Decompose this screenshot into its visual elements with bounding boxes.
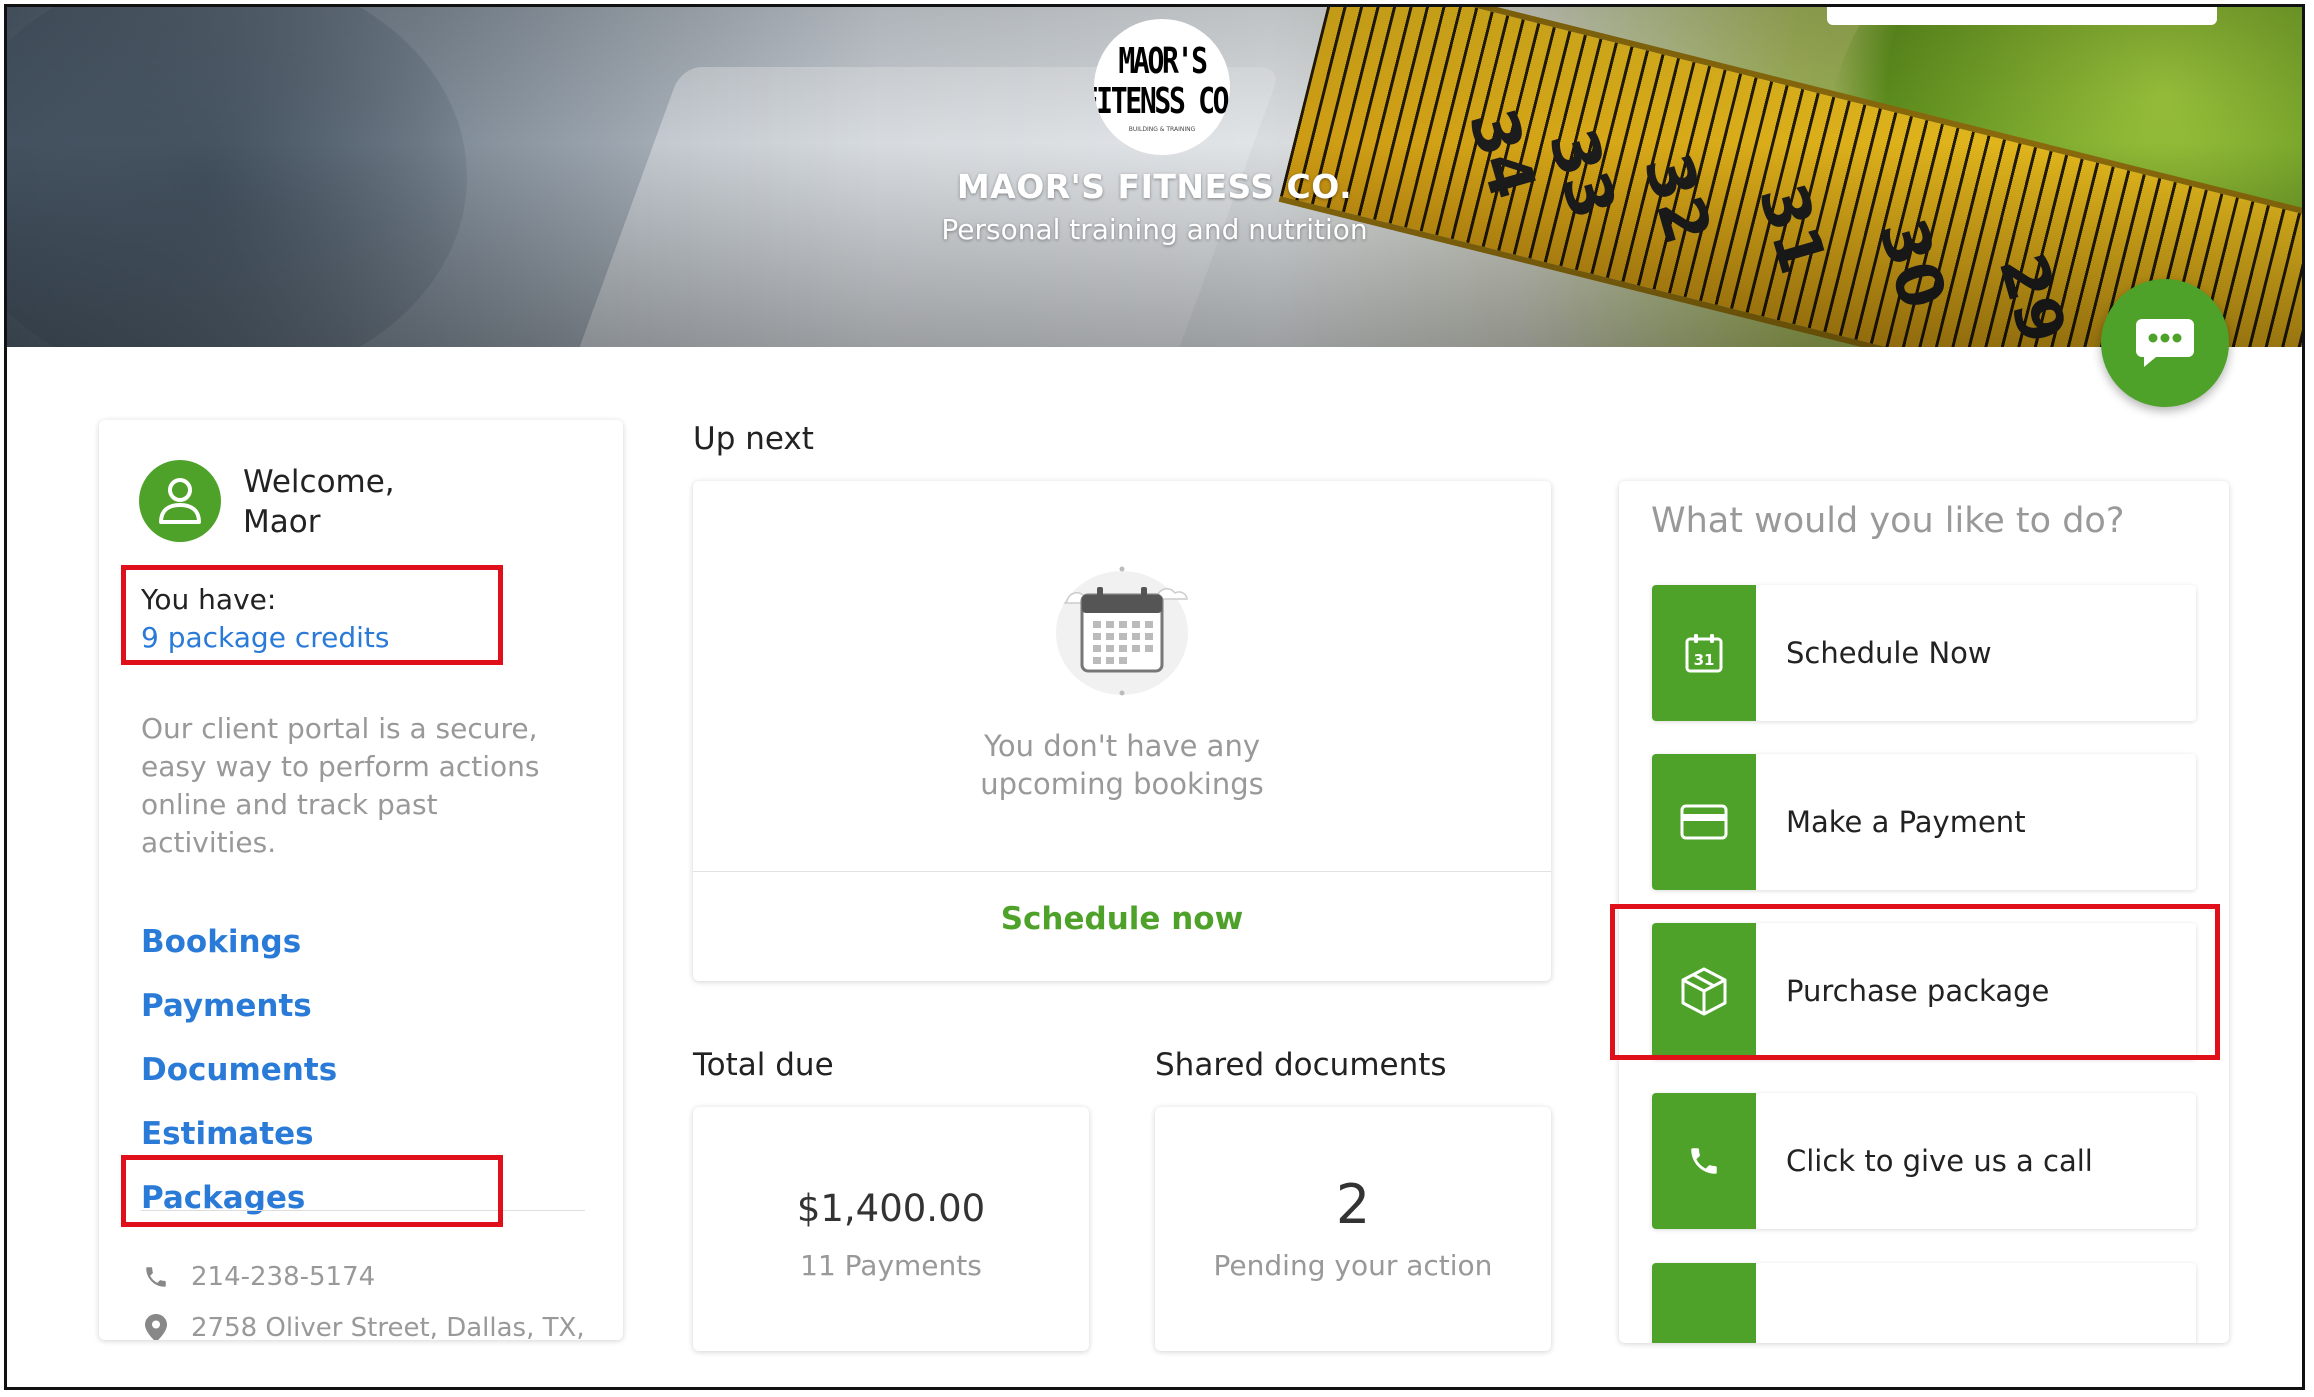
more-action-button[interactable] xyxy=(1652,1263,2196,1343)
total-due-amount: $1,400.00 xyxy=(796,1187,986,1230)
calendar-icon: 31 xyxy=(1652,585,1756,721)
profile-card: Welcome, Maor You have: 9 package credit… xyxy=(99,420,623,1340)
contact-phone[interactable]: 214-238-5174 xyxy=(141,1262,375,1292)
portal-frame: 34 33 32 31 30 29 MAOR'S FITENSS CO. BUI… xyxy=(4,4,2305,1390)
nav-payments-link[interactable]: Payments xyxy=(141,974,337,1038)
nav-packages-link[interactable]: Packages xyxy=(141,1166,337,1230)
top-search-bar[interactable] xyxy=(1827,7,2217,25)
schedule-now-link[interactable]: Schedule now xyxy=(693,901,1551,937)
no-bookings-message: You don't have any upcoming bookings xyxy=(980,729,1264,801)
nav-divider xyxy=(141,1210,585,1211)
credit-card-icon xyxy=(1652,754,1756,890)
business-logo: MAOR'S FITENSS CO. BUILDING & TRAINING xyxy=(1094,19,1230,155)
package-icon xyxy=(1652,923,1756,1059)
contact-address: 2758 Oliver Street, Dallas, TX, xyxy=(141,1313,585,1340)
payments-count: 11 Payments xyxy=(800,1249,982,1282)
nav-estimates-link[interactable]: Estimates xyxy=(141,1102,337,1166)
you-have-label: You have: xyxy=(141,583,277,616)
nav-documents-link[interactable]: Documents xyxy=(141,1038,337,1102)
shared-documents-card[interactable]: 2 Pending your action xyxy=(1155,1107,1551,1351)
chat-bubble-icon xyxy=(2136,319,2194,367)
phone-icon xyxy=(141,1264,171,1290)
business-tagline: Personal training and nutrition xyxy=(941,213,1368,246)
shared-documents-heading: Shared documents xyxy=(1155,1047,1447,1083)
location-pin-icon xyxy=(141,1314,171,1340)
svg-text:31: 31 xyxy=(1694,651,1715,669)
up-next-card: You don't have any upcoming bookings Sch… xyxy=(693,481,1551,981)
purchase-package-button[interactable]: Purchase package xyxy=(1652,923,2196,1059)
total-due-heading: Total due xyxy=(693,1047,834,1083)
package-credits-link[interactable]: 9 package credits xyxy=(141,621,389,654)
business-name: MAOR'S FITNESS CO. xyxy=(956,167,1353,206)
documents-status: Pending your action xyxy=(1213,1249,1493,1282)
make-payment-button[interactable]: Make a Payment xyxy=(1652,754,2196,890)
up-next-heading: Up next xyxy=(693,421,814,457)
phone-icon xyxy=(1652,1093,1756,1229)
documents-count: 2 xyxy=(1335,1173,1371,1236)
header-banner: 34 33 32 31 30 29 MAOR'S FITENSS CO. BUI… xyxy=(7,7,2302,347)
total-due-card[interactable]: $1,400.00 11 Payments xyxy=(693,1107,1089,1351)
chat-button[interactable] xyxy=(2101,279,2229,407)
schedule-now-button[interactable]: 31 Schedule Now xyxy=(1652,585,2196,721)
nav-bookings-link[interactable]: Bookings xyxy=(141,910,337,974)
user-avatar-icon xyxy=(139,460,221,542)
call-us-button[interactable]: Click to give us a call xyxy=(1652,1093,2196,1229)
portal-description: Our client portal is a secure, easy way … xyxy=(141,712,540,859)
portal-nav: Bookings Payments Documents Estimates Pa… xyxy=(141,910,337,1230)
actions-heading: What would you like to do? xyxy=(1651,501,2125,541)
empty-calendar-icon xyxy=(1049,561,1195,701)
welcome-text: Welcome, Maor xyxy=(243,464,395,540)
actions-card: What would you like to do? 31 Schedule N… xyxy=(1619,481,2229,1343)
